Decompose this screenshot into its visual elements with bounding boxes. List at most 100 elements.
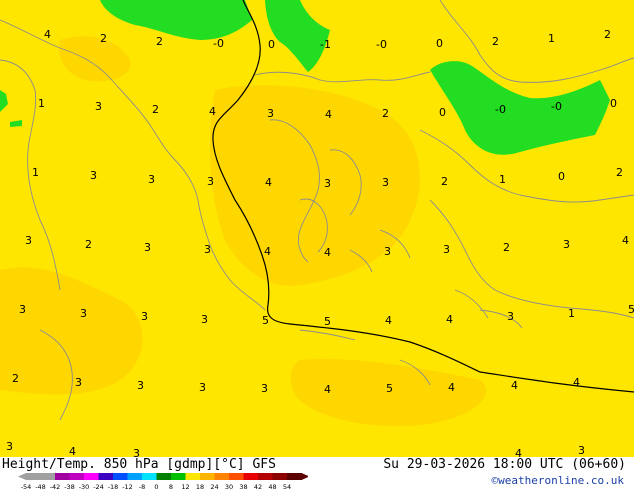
- temp-label: -0: [213, 37, 224, 50]
- temp-label: -1: [320, 38, 331, 51]
- temp-label: 0: [268, 38, 275, 51]
- temp-label: 3: [144, 241, 151, 254]
- temp-label: 3: [19, 303, 26, 316]
- scale-swatch: [142, 473, 157, 480]
- temp-label: 4: [325, 108, 332, 121]
- scale-swatch: [200, 473, 215, 480]
- temp-label: 3: [384, 245, 391, 258]
- temp-label: 3: [199, 381, 206, 394]
- temp-label: 5: [386, 382, 393, 395]
- temp-label: 2: [616, 166, 623, 179]
- scale-swatch: [84, 473, 99, 480]
- temp-label: 5: [628, 303, 634, 316]
- temp-label: 4: [209, 105, 216, 118]
- temp-label: 4: [69, 445, 76, 457]
- color-scale: -54 -48 -42 -38 -30 -24 -18 -12 -8 0 8 12 18 24 30 38 42…: [18, 473, 308, 490]
- temp-label: -0: [551, 100, 562, 113]
- temp-label: 4: [511, 379, 518, 392]
- valid-time: Su 29-03-2026 18:00 UTC (06+60): [383, 457, 626, 472]
- scale-swatch: [287, 473, 302, 480]
- temp-label: 3: [95, 100, 102, 113]
- temp-label: 5: [324, 315, 331, 328]
- scale-swatch: [98, 473, 114, 480]
- scale-swatch: [156, 473, 172, 480]
- temp-label: 1: [32, 166, 39, 179]
- scale-tick-label: 48: [268, 483, 276, 490]
- temp-label: 3: [261, 382, 268, 395]
- temp-label: 3: [507, 310, 514, 323]
- temp-label: 3: [382, 176, 389, 189]
- temp-label: 5: [262, 314, 269, 327]
- temp-label: 3: [148, 173, 155, 186]
- temp-label: 4: [324, 246, 331, 259]
- scale-tick-label: 42: [254, 483, 262, 490]
- scale-tick-label: -30: [79, 483, 90, 490]
- scale-tick-label: -12: [122, 483, 133, 490]
- temp-label: 4: [264, 245, 271, 258]
- map-title: Height/Temp. 850 hPa [gdmp][°C] GFS: [2, 457, 276, 472]
- scale-tick-label: -18: [108, 483, 119, 490]
- scale-tick-label: -24: [93, 483, 104, 490]
- temp-label: 2: [441, 175, 448, 188]
- temp-label: 2: [604, 28, 611, 41]
- temp-label: 2: [156, 35, 163, 48]
- scale-tick-label: 24: [210, 483, 218, 490]
- scale-tick-label: -8: [139, 483, 145, 490]
- temp-label: 1: [499, 173, 506, 186]
- temp-label: 0: [610, 97, 617, 110]
- temp-label: 2: [85, 238, 92, 251]
- temp-label: 1: [568, 307, 575, 320]
- temp-label: 4: [448, 381, 455, 394]
- temp-label: 2: [152, 103, 159, 116]
- temp-label: 3: [90, 169, 97, 182]
- weather-map: 4 2 2 -0 0 -1 -0 0 2 1 2 1 3 2 4 3 4 2 0…: [0, 0, 634, 457]
- temp-label: 2: [12, 372, 19, 385]
- scale-swatch: [127, 473, 143, 480]
- temp-label: 2: [503, 241, 510, 254]
- temp-label: 0: [436, 37, 443, 50]
- temp-label: 4: [446, 313, 453, 326]
- map-footer: Height/Temp. 850 hPa [gdmp][°C] GFS Su 2…: [0, 457, 634, 490]
- scale-swatch: [229, 473, 244, 480]
- scale-swatch: [185, 473, 201, 480]
- temp-label: 3: [207, 175, 214, 188]
- scale-arrow-right: [301, 473, 308, 480]
- scale-tick-label: 18: [196, 483, 204, 490]
- scale-tick-label: -42: [50, 483, 61, 490]
- temp-label: 1: [548, 32, 555, 45]
- scale-swatch: [214, 473, 230, 480]
- temp-label: 3: [578, 444, 585, 457]
- scale-swatch: [69, 473, 85, 480]
- temp-label: 3: [324, 177, 331, 190]
- scale-tick-label: -48: [35, 483, 46, 490]
- temp-label: 4: [265, 176, 272, 189]
- scale-swatch: [113, 473, 128, 480]
- credit-link[interactable]: ©weatheronline.co.uk: [492, 474, 624, 487]
- scale-swatch: [26, 473, 41, 480]
- temp-label: 3: [204, 243, 211, 256]
- temp-label: 3: [141, 310, 148, 323]
- scale-swatch: [272, 473, 288, 480]
- temp-label: 4: [515, 447, 522, 457]
- temp-label: 4: [622, 234, 629, 247]
- temp-label: 2: [492, 35, 499, 48]
- temp-label: 4: [324, 383, 331, 396]
- temp-label: 1: [38, 97, 45, 110]
- scale-tick-label: -54: [21, 483, 32, 490]
- temp-label: 3: [137, 379, 144, 392]
- scale-tick-label: 0: [154, 483, 158, 490]
- temp-label: -0: [376, 38, 387, 51]
- temp-label: 3: [563, 238, 570, 251]
- scale-tick-label: 8: [169, 483, 173, 490]
- temp-label: 0: [439, 106, 446, 119]
- scale-swatch: [243, 473, 259, 480]
- scale-swatch: [40, 473, 56, 480]
- scale-tick-label: 38: [239, 483, 247, 490]
- temp-label: 0: [558, 170, 565, 183]
- temp-label: 3: [443, 243, 450, 256]
- temp-label: 3: [6, 440, 13, 453]
- temp-label: 2: [100, 32, 107, 45]
- temp-label: 3: [267, 107, 274, 120]
- scale-swatch: [258, 473, 273, 480]
- temp-label: 3: [201, 313, 208, 326]
